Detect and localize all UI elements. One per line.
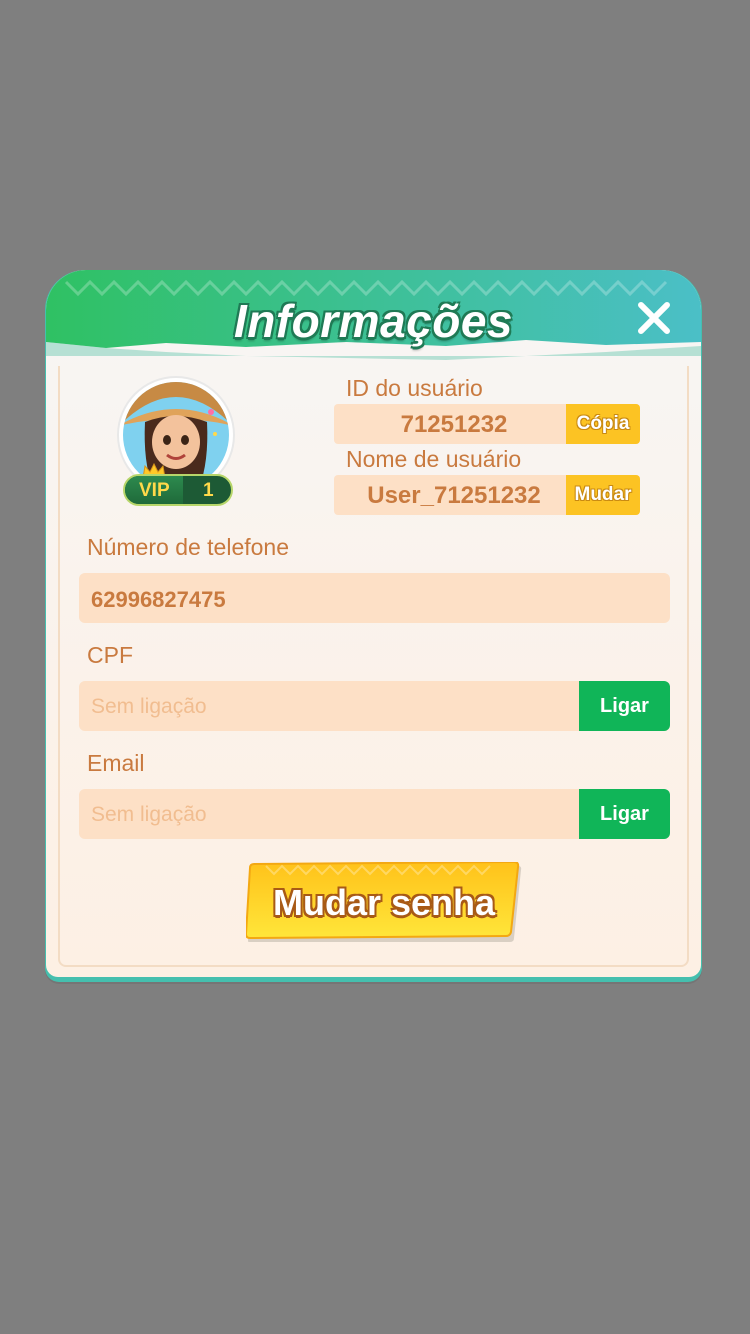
- username-label: Nome de usuário: [346, 446, 522, 472]
- change-password-button[interactable]: Mudar senha: [244, 860, 522, 944]
- copy-button[interactable]: Cópia: [566, 404, 640, 444]
- user-id-value: 71251232: [400, 411, 508, 438]
- vip-label: VIP: [139, 480, 170, 501]
- dialog-header: Informações: [46, 270, 701, 370]
- user-id-field: 71251232 Cópia: [334, 404, 640, 444]
- username-field: User_71251232 Mudar: [334, 475, 640, 515]
- phone-value: 62996827475: [91, 587, 226, 612]
- close-icon: [638, 302, 670, 334]
- phone-label: Número de telefone: [87, 534, 290, 560]
- username-value: User_71251232: [367, 482, 541, 509]
- change-username-button[interactable]: Mudar: [566, 475, 640, 515]
- email-label: Email: [87, 750, 145, 776]
- avatar-girl-icon: [123, 382, 229, 488]
- user-id-label: ID do usuário: [346, 375, 483, 401]
- email-field[interactable]: Sem ligação Ligar: [79, 789, 670, 839]
- info-dialog: Informações VIP 1 ID do usuário 71251232…: [45, 270, 702, 982]
- vip-badge: VIP 1: [123, 474, 233, 506]
- cpf-label: CPF: [87, 642, 133, 668]
- vip-level: 1: [203, 480, 214, 501]
- avatar-block[interactable]: VIP 1: [117, 378, 237, 508]
- close-button[interactable]: [634, 298, 674, 338]
- phone-field: 62996827475: [79, 573, 670, 623]
- cpf-link-button[interactable]: Ligar: [579, 681, 670, 731]
- change-password-label: Mudar senha: [272, 882, 496, 923]
- dialog-body: Informações VIP 1 ID do usuário 71251232…: [46, 270, 701, 977]
- cpf-placeholder: Sem ligação: [91, 695, 207, 718]
- cpf-field[interactable]: Sem ligação Ligar: [79, 681, 670, 731]
- dialog-title: Informações: [233, 295, 514, 347]
- email-link-button[interactable]: Ligar: [579, 789, 670, 839]
- email-placeholder: Sem ligação: [91, 803, 207, 826]
